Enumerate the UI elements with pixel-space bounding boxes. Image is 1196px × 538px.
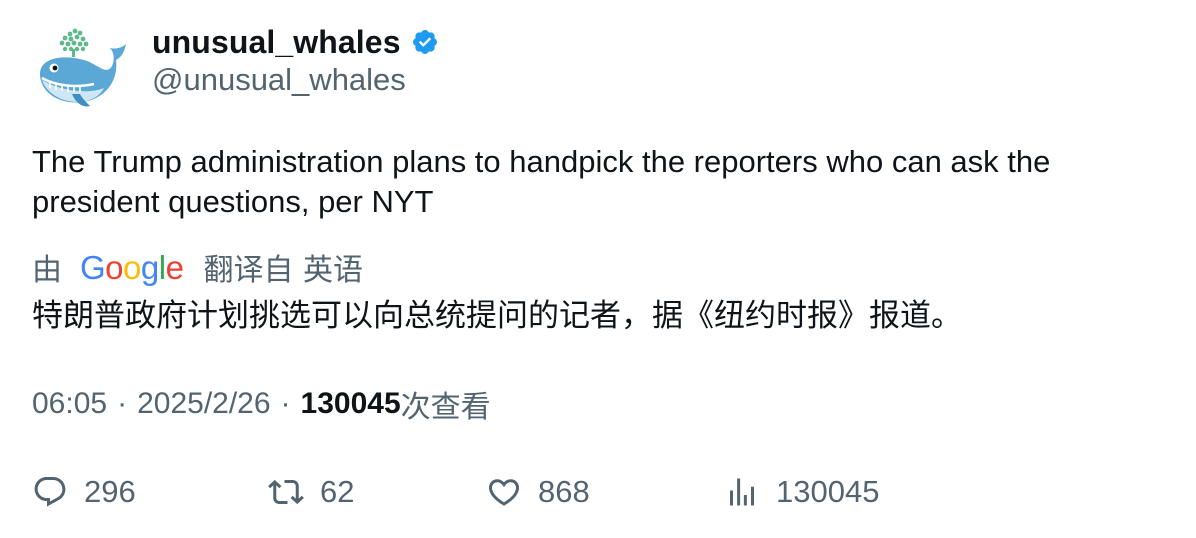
translated-text: 特朗普政府计划挑选可以向总统提问的记者，据《纽约时报》报道。 — [32, 298, 962, 334]
tweet-date[interactable]: 2025/2/26 — [137, 387, 270, 421]
tweet-time[interactable]: 06:05 — [32, 387, 107, 421]
google-logo: Google — [80, 248, 184, 286]
retweet-count: 62 — [320, 474, 355, 509]
heart-icon — [488, 479, 520, 506]
translation-by-label: 由 — [32, 253, 62, 288]
tweet-meta: 06:05 · 2025/2/26 · 130045 次查看 — [32, 384, 491, 425]
whale-logo-icon — [40, 28, 126, 107]
meta-separator: · — [280, 387, 291, 420]
verified-badge-icon — [412, 30, 437, 54]
retweet-button[interactable]: 62 — [268, 470, 354, 514]
views-count: 130045 — [300, 387, 401, 420]
views-action-count: 130045 — [776, 474, 880, 509]
translation-from-label: 翻译自 英语 — [203, 253, 363, 288]
reply-button[interactable]: 296 — [32, 470, 136, 514]
views-label: 次查看 — [400, 390, 491, 425]
author-handle[interactable]: @unusual_whales — [152, 62, 406, 98]
tweet-text: The Trump administration plans to handpi… — [32, 144, 1051, 219]
like-button[interactable]: 868 — [486, 470, 590, 514]
translation-attribution[interactable]: 由 Google 翻译自 英语 — [32, 246, 363, 289]
author-name-row[interactable]: unusual_whales — [152, 22, 439, 62]
like-count: 868 — [538, 474, 590, 509]
reply-icon — [34, 477, 66, 507]
meta-separator: · — [117, 387, 128, 420]
reply-count: 296 — [84, 474, 136, 509]
retweet-icon — [268, 479, 304, 505]
display-name[interactable]: unusual_whales — [152, 24, 401, 61]
views-button[interactable]: 130045 — [724, 470, 879, 514]
action-bar: 296 62 868 130045 — [32, 470, 1172, 514]
avatar[interactable] — [32, 24, 128, 114]
analytics-icon — [730, 478, 754, 506]
